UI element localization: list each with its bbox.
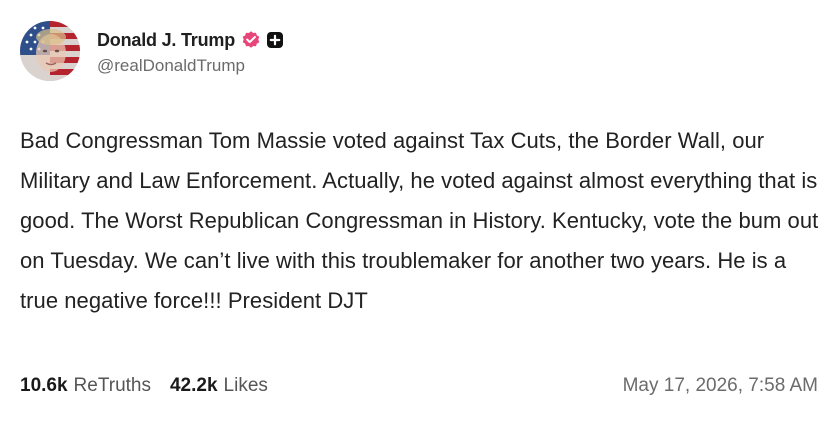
post-card: Donald J. Trump @realDonaldTrump Bad Con… — [0, 0, 840, 429]
flag-portrait-avatar-icon — [20, 21, 80, 81]
verified-badge-icon — [241, 30, 261, 50]
retruths-label: ReTruths — [73, 375, 151, 396]
likes-count: 42.2k — [169, 375, 218, 396]
name-row: Donald J. Trump — [97, 26, 284, 54]
retruths-stat[interactable]: 10.6k ReTruths — [20, 375, 151, 397]
retruths-count: 10.6k — [20, 375, 68, 396]
post-timestamp[interactable]: May 17, 2026, 7:58 AM — [623, 375, 818, 397]
likes-stat[interactable]: 42.2k Likes — [170, 375, 268, 397]
author-handle[interactable]: @realDonaldTrump — [97, 56, 284, 76]
post-footer: 10.6k ReTruths 42.2k Likes May 17, 2026,… — [20, 371, 818, 401]
display-name[interactable]: Donald J. Trump — [97, 30, 235, 51]
likes-label: Likes — [223, 375, 268, 396]
plus-badge-icon — [266, 31, 284, 49]
post-text: Bad Congressman Tom Massie voted against… — [20, 128, 819, 313]
avatar[interactable] — [20, 21, 80, 81]
author-names: Donald J. Trump @realDonaldTrump — [97, 26, 284, 76]
post-header: Donald J. Trump @realDonaldTrump — [20, 20, 284, 82]
